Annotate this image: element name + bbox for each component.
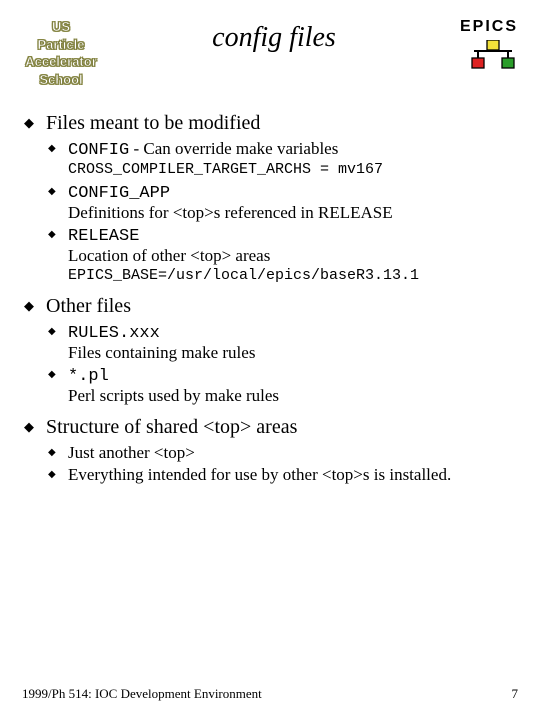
list-item: CONFIG_APP Definitions for <top>s refere…	[46, 182, 518, 223]
item-label: CONFIG_APP	[68, 184, 170, 203]
item-desc: Location of other <top> areas	[68, 246, 518, 266]
logo-line: Particle	[22, 36, 100, 54]
page-number: 7	[512, 686, 519, 702]
item-desc: - Can override make variables	[129, 139, 338, 158]
slide-header: US Particle Accelerator School config fi…	[22, 18, 518, 88]
footer-left: 1999/Ph 514: IOC Development Environment	[22, 686, 262, 702]
logo-line: US	[22, 18, 100, 36]
section-title: Other files	[46, 295, 131, 317]
item-text: Just another <top>	[68, 443, 195, 462]
epics-logo: EPICS	[448, 18, 518, 77]
list-item: Everything intended for use by other <to…	[46, 465, 518, 485]
list-item: CONFIG - Can override make variables CRO…	[46, 139, 518, 180]
slide-title: config files	[100, 18, 448, 54]
section-title: Structure of shared <top> areas	[46, 416, 297, 438]
logo-line: School	[22, 71, 100, 89]
item-text: Everything intended for use by other <to…	[68, 465, 451, 484]
item-label: *.pl	[68, 367, 109, 386]
section: Files meant to be modified CONFIG - Can …	[22, 112, 518, 285]
slide-content: Files meant to be modified CONFIG - Can …	[22, 112, 518, 485]
item-desc: Perl scripts used by make rules	[68, 386, 518, 406]
code-line: CROSS_COMPILER_TARGET_ARCHS = mv167	[68, 160, 518, 180]
list-item: *.pl Perl scripts used by make rules	[46, 365, 518, 406]
item-label: RELEASE	[68, 227, 139, 246]
section: Other files RULES.xxx Files containing m…	[22, 295, 518, 406]
uspas-logo: US Particle Accelerator School	[22, 18, 100, 88]
list-item: RULES.xxx Files containing make rules	[46, 322, 518, 363]
list-item: RELEASE Location of other <top> areas EP…	[46, 225, 518, 286]
item-desc: Definitions for <top>s referenced in REL…	[68, 203, 518, 223]
section: Structure of shared <top> areas Just ano…	[22, 416, 518, 485]
section-title: Files meant to be modified	[46, 112, 260, 134]
code-line: EPICS_BASE=/usr/local/epics/baseR3.13.1	[68, 266, 518, 286]
slide-footer: 1999/Ph 514: IOC Development Environment…	[22, 686, 518, 702]
list-item: Just another <top>	[46, 443, 518, 463]
epics-label: EPICS	[448, 18, 518, 36]
logo-line: Accelerator	[22, 53, 100, 71]
item-label: CONFIG	[68, 141, 129, 160]
item-label: RULES.xxx	[68, 324, 160, 343]
item-desc: Files containing make rules	[68, 343, 518, 363]
epics-icon	[468, 40, 518, 77]
